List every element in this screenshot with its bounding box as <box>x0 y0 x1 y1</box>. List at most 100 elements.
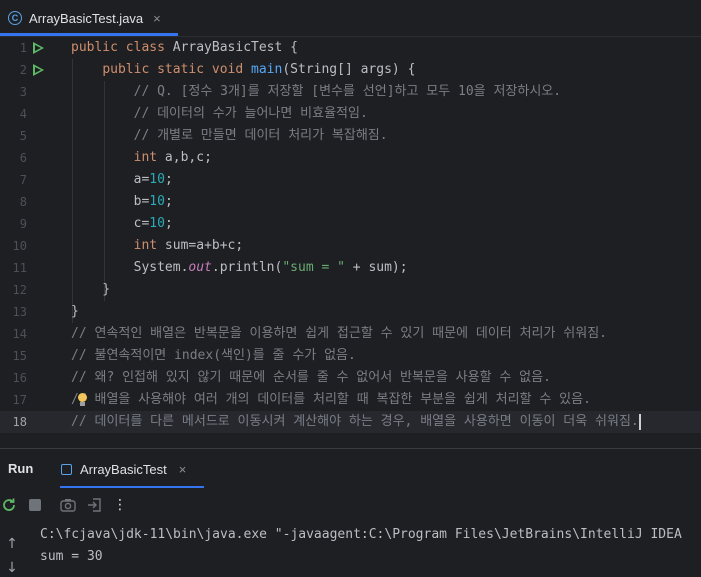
more-icon[interactable]: ⋮ <box>111 496 129 514</box>
code-line: 16 // 왜? 인접해 있지 않기 때문에 순서를 줄 수 없어서 반복문을 … <box>0 367 701 389</box>
code-keyword: int <box>133 238 158 253</box>
code-text: sum=a+b+c; <box>157 238 244 253</box>
run-tab-arraybasictest[interactable]: ArrayBasicTest × <box>61 449 186 489</box>
editor-tab-arraybasictest[interactable]: C ArrayBasicTest.java × <box>0 0 171 36</box>
run-gutter-icon[interactable] <box>33 42 44 54</box>
code-text: c= <box>71 216 150 231</box>
code-text: System. <box>71 260 189 275</box>
code-comment: // 연속적인 배열은 반복문을 이용하면 쉽게 접근할 수 있기 때문에 데이… <box>71 326 608 341</box>
code-text: ; <box>164 194 173 209</box>
run-console[interactable]: ↑ ↓ C:\fcjava\jdk-11\bin\java.exe "-java… <box>0 524 701 577</box>
editor-tab-bar: C ArrayBasicTest.java × <box>0 0 701 37</box>
console-line: C:\fcjava\jdk-11\bin\java.exe "-javaagen… <box>40 527 682 542</box>
code-static-field: out <box>188 260 212 275</box>
code-text: + sum); <box>344 260 408 275</box>
code-line: 6 int a,b,c; <box>0 147 701 169</box>
code-text: a= <box>71 172 150 187</box>
line-number: 12 <box>12 283 27 297</box>
run-config-icon <box>61 463 72 475</box>
run-toolbar: ⋮ <box>0 488 701 524</box>
line-number: 2 <box>19 63 27 77</box>
up-arrow-icon[interactable]: ↑ <box>4 536 20 552</box>
code-text: ; <box>164 172 173 187</box>
editor-tab-title: ArrayBasicTest.java <box>29 10 144 26</box>
line-number: 14 <box>12 327 27 341</box>
code-line: 14 // 연속적인 배열은 반복문을 이용하면 쉽게 접근할 수 있기 때문에… <box>0 323 701 345</box>
line-number: 1 <box>19 41 27 55</box>
line-number: 3 <box>19 85 27 99</box>
active-tab-indicator <box>0 33 178 36</box>
code-text: ArrayBasicTest { <box>164 40 298 55</box>
line-number: 18 <box>12 415 27 429</box>
line-number: 6 <box>19 151 27 165</box>
rerun-icon[interactable] <box>0 496 18 514</box>
line-number: 10 <box>12 239 27 253</box>
code-comment: // 데이터의 수가 늘어나면 비효율적임. <box>71 106 368 121</box>
stop-icon[interactable] <box>26 496 44 514</box>
code-line: 4 // 데이터의 수가 늘어나면 비효율적임. <box>0 103 701 125</box>
code-text: a,b,c; <box>157 150 212 165</box>
run-gutter-icon[interactable] <box>33 64 44 76</box>
code-line: 1 public class ArrayBasicTest { <box>0 37 701 59</box>
text-caret <box>638 413 641 430</box>
code-line: 8 b=10; <box>0 191 701 213</box>
code-line: 9 c=10; <box>0 213 701 235</box>
screenshot-icon[interactable] <box>59 496 77 514</box>
line-number: 9 <box>19 217 27 231</box>
code-text: ; <box>164 216 173 231</box>
line-number: 15 <box>12 349 27 363</box>
code-text: } <box>71 282 111 297</box>
code-line: 11 System.out.println("sum = " + sum); <box>0 257 701 279</box>
code-line: 13 } <box>0 301 701 323</box>
code-line: 10 int sum=a+b+c; <box>0 235 701 257</box>
code-text: .println( <box>211 260 283 275</box>
run-tab-title: ArrayBasicTest <box>80 461 167 477</box>
code-comment: // 불연속적이면 index(색인)를 줄 수가 없음. <box>71 348 356 363</box>
code-number: 10 <box>149 194 165 209</box>
code-comment: // 데이터를 다른 메서드로 이동시켜 계산해야 하는 경우, 배열을 사용하… <box>71 414 639 429</box>
line-number: 5 <box>19 129 27 143</box>
code-line: 12 } <box>0 279 701 301</box>
console-line: sum = 30 <box>40 549 103 564</box>
code-line: 7 a=10; <box>0 169 701 191</box>
code-string: "sum = " <box>282 260 345 275</box>
exit-icon[interactable] <box>86 496 104 514</box>
line-number: 16 <box>12 371 27 385</box>
close-icon[interactable]: × <box>179 462 187 477</box>
code-method-name: main <box>251 62 283 77</box>
code-line: 3 // Q. [정수 3개]를 저장할 [변수를 선언]하고 모두 10을 저… <box>0 81 701 103</box>
code-text: } <box>71 304 79 319</box>
code-keyword: public static void <box>102 62 244 77</box>
code-keyword: int <box>133 150 158 165</box>
line-number: 7 <box>19 173 27 187</box>
code-line-current: 18 // 데이터를 다른 메서드로 이동시켜 계산해야 하는 경우, 배열을 … <box>0 411 701 433</box>
code-comment: // 배열을 사용해야 여러 개의 데이터를 처리할 때 복잡한 부분을 쉽게 … <box>71 392 591 407</box>
line-number: 4 <box>19 107 27 121</box>
line-number: 17 <box>12 393 27 407</box>
code-line: 15 // 불연속적이면 index(색인)를 줄 수가 없음. <box>0 345 701 367</box>
code-keyword: public class <box>71 40 165 55</box>
code-text: (String[] args) { <box>282 62 416 77</box>
code-comment: // 왜? 인접해 있지 않기 때문에 순서를 줄 수 없어서 반복문을 사용할… <box>71 370 551 385</box>
down-arrow-icon[interactable]: ↓ <box>4 560 20 576</box>
code-comment: // 개별로 만들면 데이터 처리가 복잡해짐. <box>71 128 388 143</box>
code-number: 10 <box>149 172 165 187</box>
line-number: 11 <box>12 261 27 275</box>
code-comment: // Q. [정수 3개]를 저장할 [변수를 선언]하고 모두 10을 저장하… <box>71 84 562 99</box>
lightbulb-icon[interactable] <box>78 393 87 406</box>
java-class-icon: C <box>8 11 22 25</box>
run-panel-title: Run <box>8 461 34 476</box>
code-editor[interactable]: 1 public class ArrayBasicTest { 2 public… <box>0 37 701 448</box>
code-text: b= <box>71 194 150 209</box>
code-line: 17 // 배열을 사용해야 여러 개의 데이터를 처리할 때 복잡한 부분을 … <box>0 389 701 411</box>
code-number: 10 <box>149 216 165 231</box>
close-icon[interactable]: × <box>153 11 161 26</box>
line-number: 13 <box>12 305 27 319</box>
code-line: 2 public static void main(String[] args)… <box>0 59 701 81</box>
line-number: 8 <box>19 195 27 209</box>
run-tool-window-header: Run ArrayBasicTest × <box>0 448 701 489</box>
